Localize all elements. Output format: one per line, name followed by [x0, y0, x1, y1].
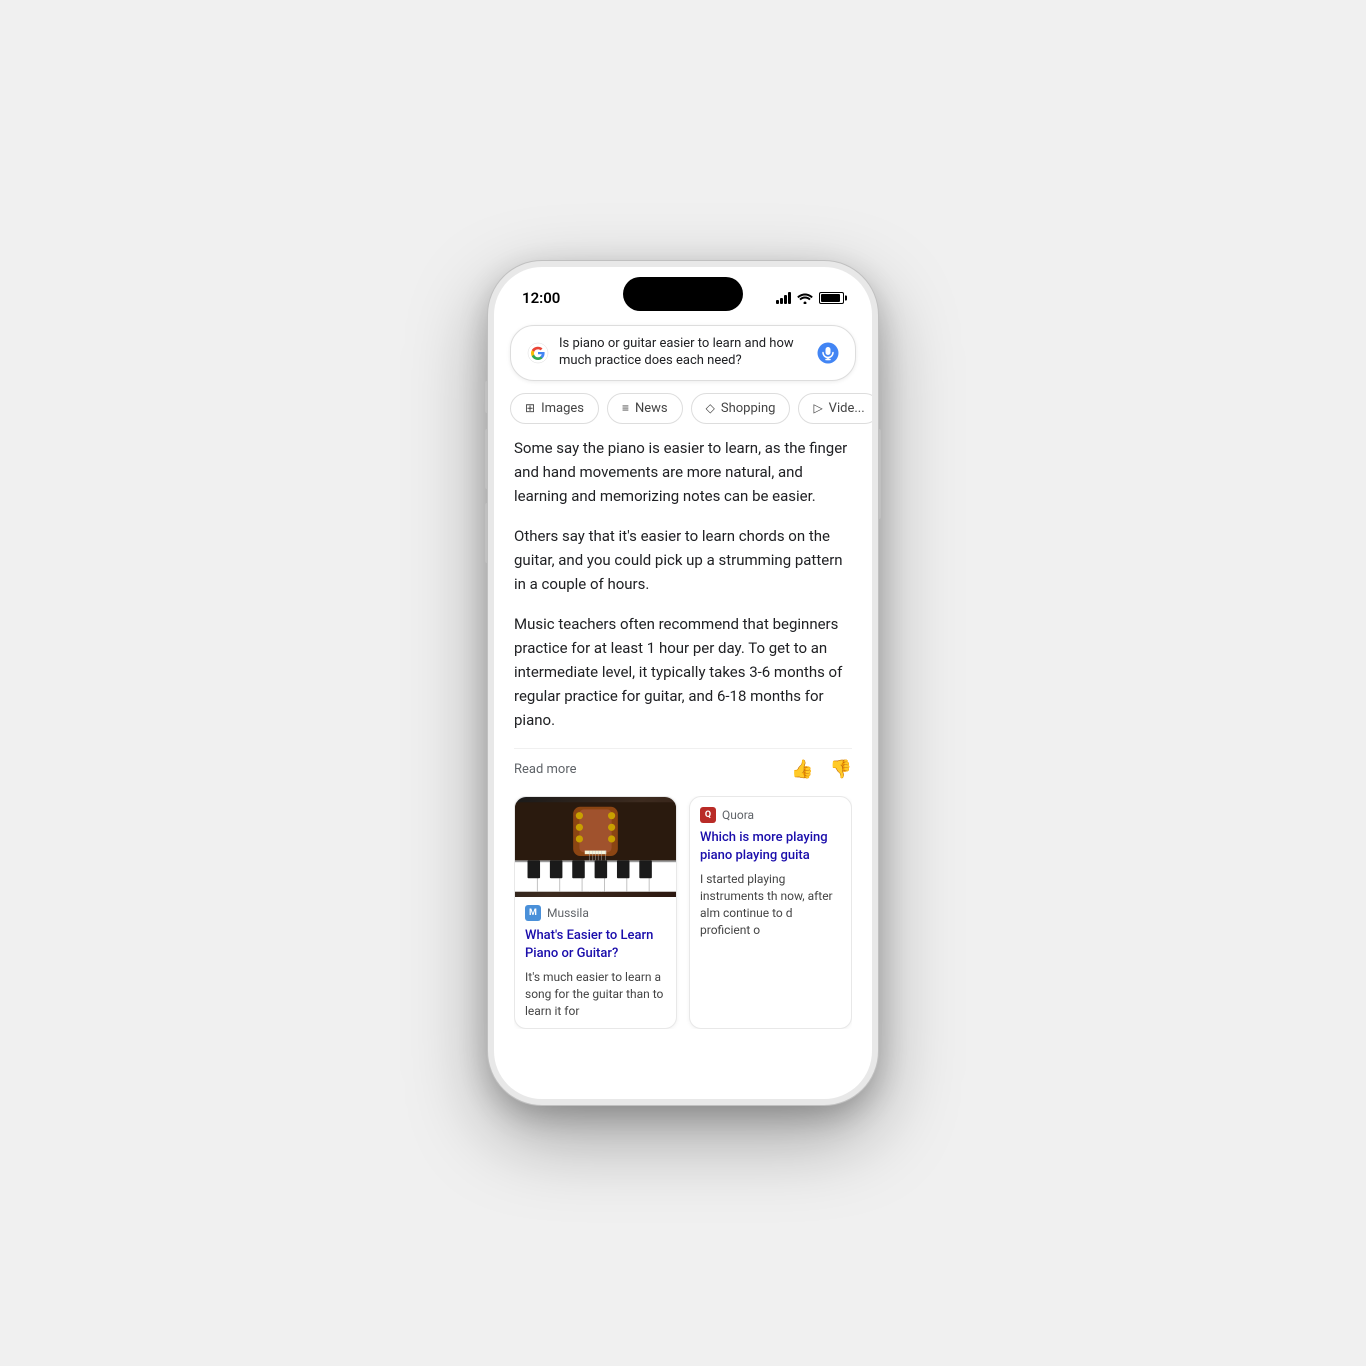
- card-quora-source: Q Quora: [690, 797, 851, 827]
- tab-shopping[interactable]: ◇ Shopping: [691, 393, 791, 424]
- quora-source-name: Quora: [722, 808, 754, 822]
- thumbs-up-icon[interactable]: 👍: [791, 759, 813, 780]
- card-mussila-snippet: It's much easier to learn a song for the…: [515, 969, 676, 1027]
- google-logo: [527, 342, 549, 364]
- news-icon: ≡: [622, 401, 629, 415]
- phone-screen: 12:00: [494, 267, 872, 1099]
- search-bar[interactable]: Is piano or guitar easier to learn and h…: [510, 325, 856, 381]
- mussila-source-name: Mussila: [547, 906, 589, 920]
- tab-videos-label: Vide...: [829, 401, 865, 416]
- mic-icon[interactable]: [817, 342, 839, 364]
- cards-row: M Mussila What's Easier to Learn Piano o…: [514, 796, 852, 1029]
- screen-content: Is piano or guitar easier to learn and h…: [494, 317, 872, 1099]
- search-query: Is piano or guitar easier to learn and h…: [559, 336, 807, 370]
- tab-news-label: News: [635, 401, 668, 416]
- card-mussila-source: M Mussila: [515, 897, 676, 925]
- power-button[interactable]: [878, 429, 881, 519]
- filter-tabs: ⊞ Images ≡ News ◇ Shopping ▷ Vide...: [494, 393, 872, 436]
- wifi-icon: [797, 292, 813, 304]
- quora-favicon: Q: [700, 807, 716, 823]
- answer-text: Some say the piano is easier to learn, a…: [514, 436, 852, 732]
- feedback-icons: 👍 👎: [791, 759, 852, 780]
- videos-icon: ▷: [813, 401, 822, 415]
- card-quora-title[interactable]: Which is more playing piano playing guit…: [690, 827, 851, 871]
- mute-button[interactable]: [485, 381, 488, 413]
- scroll-area[interactable]: Some say the piano is easier to learn, a…: [494, 436, 872, 1099]
- mussila-favicon: M: [525, 905, 541, 921]
- status-bar: 12:00: [494, 267, 872, 317]
- card-quora-snippet: I started playing instruments th now, af…: [690, 871, 851, 946]
- status-time: 12:00: [522, 289, 560, 307]
- card-mussila-image: [515, 797, 676, 897]
- answer-paragraph-1: Some say the piano is easier to learn, a…: [514, 436, 852, 508]
- answer-paragraph-3: Music teachers often recommend that begi…: [514, 612, 852, 732]
- signal-icon: [776, 292, 791, 304]
- answer-paragraph-2: Others say that it's easier to learn cho…: [514, 524, 852, 596]
- tab-images-label: Images: [541, 401, 584, 416]
- images-icon: ⊞: [525, 401, 535, 415]
- shopping-icon: ◇: [706, 401, 715, 415]
- feedback-row: Read more 👍 👎: [514, 748, 852, 792]
- tab-images[interactable]: ⊞ Images: [510, 393, 599, 424]
- tab-videos[interactable]: ▷ Vide...: [798, 393, 872, 424]
- status-icons: [776, 292, 844, 304]
- card-mussila[interactable]: M Mussila What's Easier to Learn Piano o…: [514, 796, 677, 1029]
- tab-shopping-label: Shopping: [721, 401, 776, 416]
- read-more-link[interactable]: Read more: [514, 762, 577, 777]
- tab-news[interactable]: ≡ News: [607, 393, 683, 424]
- thumbs-down-icon[interactable]: 👎: [830, 759, 852, 780]
- volume-up-button[interactable]: [485, 429, 488, 489]
- card-mussila-title[interactable]: What's Easier to Learn Piano or Guitar?: [515, 925, 676, 969]
- battery-icon: [819, 292, 844, 304]
- volume-down-button[interactable]: [485, 503, 488, 563]
- dynamic-island: [623, 277, 743, 311]
- card-quora[interactable]: Q Quora Which is more playing piano play…: [689, 796, 852, 1029]
- phone-device: 12:00: [488, 261, 878, 1105]
